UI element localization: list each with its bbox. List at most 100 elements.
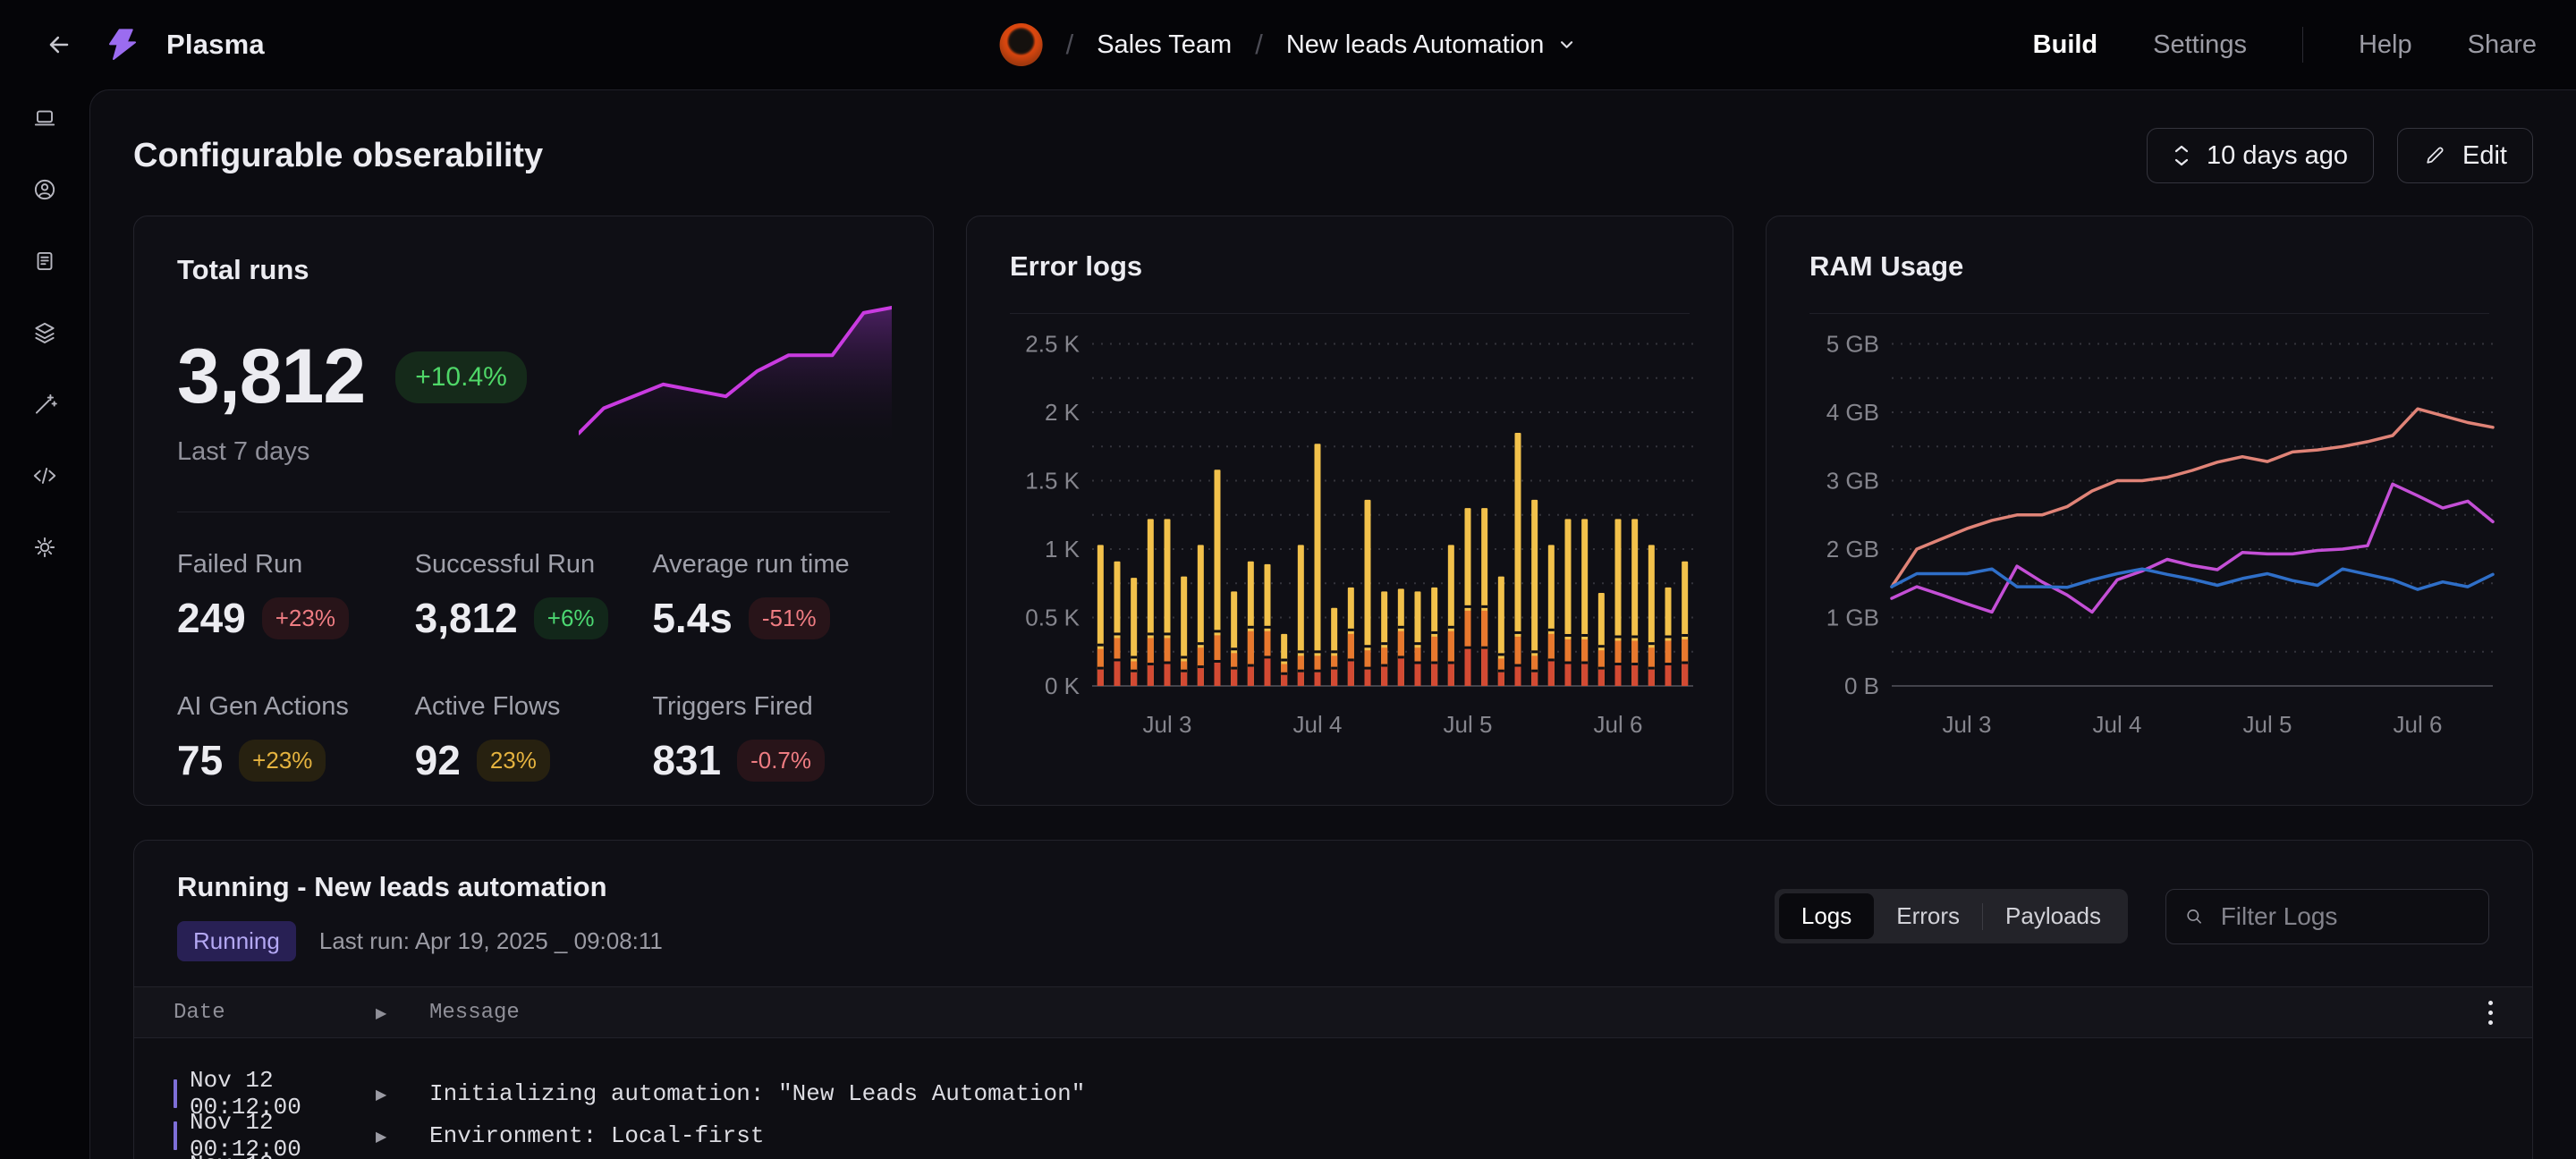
- log-row[interactable]: Nov 12 00:12:00▶Loaded configuration fro…: [174, 1151, 2493, 1159]
- svg-text:5 GB: 5 GB: [1826, 331, 1879, 358]
- avatar[interactable]: [1000, 23, 1043, 66]
- log-rows: Nov 12 00:12:00▶Initializing automation:…: [134, 1038, 2532, 1159]
- svg-text:1 K: 1 K: [1045, 536, 1080, 563]
- topbar: Plasma / Sales Team / New leads Automati…: [0, 0, 2576, 89]
- svg-text:Jul 4: Jul 4: [1293, 711, 1343, 738]
- sidebar: [0, 89, 89, 1159]
- expand-arrow-icon: ▶: [376, 1086, 429, 1103]
- pencil-icon: [2423, 144, 2446, 167]
- expand-arrow-icon: ▶: [376, 1128, 429, 1145]
- sidebar-item-code[interactable]: [27, 458, 63, 494]
- ram-usage-chart: 0 B1 GB2 GB3 GB4 GB5 GBJul 3Jul 4Jul 5Ju…: [1802, 328, 2500, 749]
- svg-text:2 GB: 2 GB: [1826, 536, 1879, 563]
- stat-ai-gen-actions: AI Gen Actions75+23%: [177, 692, 415, 784]
- total-runs-title: Total runs: [177, 254, 890, 286]
- kebab-menu[interactable]: [2488, 1001, 2493, 1025]
- svg-text:0 B: 0 B: [1844, 673, 1879, 699]
- stat-average-run-time: Average run time5.4s-51%: [652, 550, 890, 642]
- sidebar-item-monitor[interactable]: [27, 100, 63, 136]
- sort-updown-icon: [2173, 144, 2190, 167]
- arrow-left-icon: [44, 30, 74, 60]
- time-range-button[interactable]: 10 days ago: [2147, 128, 2374, 183]
- svg-text:4 GB: 4 GB: [1826, 399, 1879, 426]
- filter-logs-box[interactable]: [2165, 889, 2489, 944]
- stat-value: 3,812: [415, 594, 518, 642]
- error-logs-card: Error logs 0 K0.5 K1 K1.5 K2 K2.5 KJul 3…: [966, 216, 1733, 806]
- logs-tabs: LogsErrorsPayloads: [1775, 889, 2128, 943]
- total-runs-stats: Failed Run249+23%Successful Run 3,812 +6% A…: [177, 550, 890, 784]
- tab-errors[interactable]: Errors: [1874, 893, 1982, 939]
- stat-delta-badge: +23%: [262, 597, 349, 639]
- tab-logs[interactable]: Logs: [1779, 893, 1874, 939]
- svg-text:Jul 3: Jul 3: [1143, 711, 1192, 738]
- logs-panel-title: Running - New leads automation: [177, 871, 663, 903]
- log-message: Initializing automation: "New Leads Auto…: [429, 1080, 2493, 1107]
- topbar-divider: [2302, 27, 2303, 63]
- breadcrumb-automation[interactable]: New leads Automation: [1286, 30, 1577, 60]
- monitor-icon: [30, 104, 59, 132]
- svg-text:Jul 4: Jul 4: [2093, 711, 2142, 738]
- stat-successful-run: Successful Run 3,812 +6%: [415, 550, 653, 642]
- layers-icon: [30, 318, 59, 347]
- log-row[interactable]: Nov 12 00:12:00▶Environment: Local-first: [174, 1109, 2493, 1143]
- svg-text:Jul 5: Jul 5: [2243, 711, 2292, 738]
- stat-label: AI Gen Actions: [177, 692, 415, 722]
- sidebar-item-settings[interactable]: [27, 529, 63, 565]
- svg-text:2.5 K: 2.5 K: [1025, 331, 1080, 358]
- column-date: Date: [174, 1001, 376, 1025]
- svg-text:Jul 6: Jul 6: [1594, 711, 1643, 738]
- log-date: Nov 12 00:12:00: [190, 1151, 376, 1159]
- stat-delta-badge: -0.7%: [737, 740, 825, 782]
- tab-payloads[interactable]: Payloads: [1983, 893, 2123, 939]
- stat-label: Active Flows: [415, 692, 653, 722]
- filter-logs-input[interactable]: [2221, 902, 2470, 931]
- search-icon: [2184, 905, 2205, 928]
- sidebar-item-notes[interactable]: [27, 243, 63, 279]
- edit-button[interactable]: Edit: [2397, 128, 2533, 183]
- nav-build[interactable]: Build: [2033, 30, 2098, 60]
- column-message: Message: [429, 1001, 2457, 1025]
- stat-delta-badge: +6%: [534, 597, 608, 639]
- expand-arrow-icon: ▶: [376, 1004, 429, 1021]
- ram-usage-card: RAM Usage 0 B1 GB2 GB3 GB4 GB5 GBJul 3Ju…: [1766, 216, 2533, 806]
- stat-label: Failed Run: [177, 550, 415, 580]
- stat-active-flows: Active Flows9223%: [415, 692, 653, 784]
- page-title: Configurable obserability: [133, 137, 543, 175]
- stat-failed-run: Failed Run249+23%: [177, 550, 415, 642]
- svg-text:Jul 5: Jul 5: [1444, 711, 1493, 738]
- svg-text:Jul 6: Jul 6: [2394, 711, 2443, 738]
- sidebar-item-layers[interactable]: [27, 315, 63, 351]
- sidebar-item-user[interactable]: [27, 172, 63, 207]
- card-divider: [1010, 313, 1690, 314]
- error-logs-title: Error logs: [1010, 250, 1690, 283]
- stat-delta-badge: -51%: [749, 597, 830, 639]
- last-run-text: Last run: Apr 19, 2025 _ 09:08:11: [319, 927, 663, 955]
- breadcrumb-team[interactable]: Sales Team: [1097, 30, 1232, 60]
- chevron-down-icon: [1556, 35, 1576, 55]
- stat-value: 92: [415, 736, 461, 784]
- log-table-header: Date ▶ Message: [134, 986, 2532, 1038]
- svg-text:1 GB: 1 GB: [1826, 605, 1879, 631]
- stat-triggers-fired: Triggers Fired831-0.7%: [652, 692, 890, 784]
- svg-text:3 GB: 3 GB: [1826, 468, 1879, 495]
- back-button[interactable]: [39, 25, 79, 64]
- ram-usage-title: RAM Usage: [1809, 250, 2489, 283]
- notes-icon: [30, 247, 59, 275]
- sidebar-item-wand[interactable]: [27, 386, 63, 422]
- nav-share[interactable]: Share: [2468, 30, 2537, 60]
- stat-label: Average run time: [652, 550, 890, 580]
- log-row[interactable]: Nov 12 00:12:00▶Initializing automation:…: [174, 1067, 2493, 1101]
- stat-label: Triggers Fired: [652, 692, 890, 722]
- card-divider: [1809, 313, 2489, 314]
- svg-text:0 K: 0 K: [1045, 673, 1080, 699]
- svg-text:1.5 K: 1.5 K: [1025, 468, 1080, 495]
- breadcrumb-separator: /: [1066, 29, 1074, 61]
- plasma-logo-icon: [104, 26, 141, 63]
- logs-panel: Running - New leads automation Running L…: [133, 840, 2533, 1159]
- code-icon: [30, 461, 59, 490]
- stat-label: Successful Run: [415, 550, 653, 580]
- nav-help[interactable]: Help: [2359, 30, 2412, 60]
- nav-settings[interactable]: Settings: [2153, 30, 2247, 60]
- log-message: Environment: Local-first: [429, 1122, 2493, 1149]
- svg-text:0.5 K: 0.5 K: [1025, 605, 1080, 631]
